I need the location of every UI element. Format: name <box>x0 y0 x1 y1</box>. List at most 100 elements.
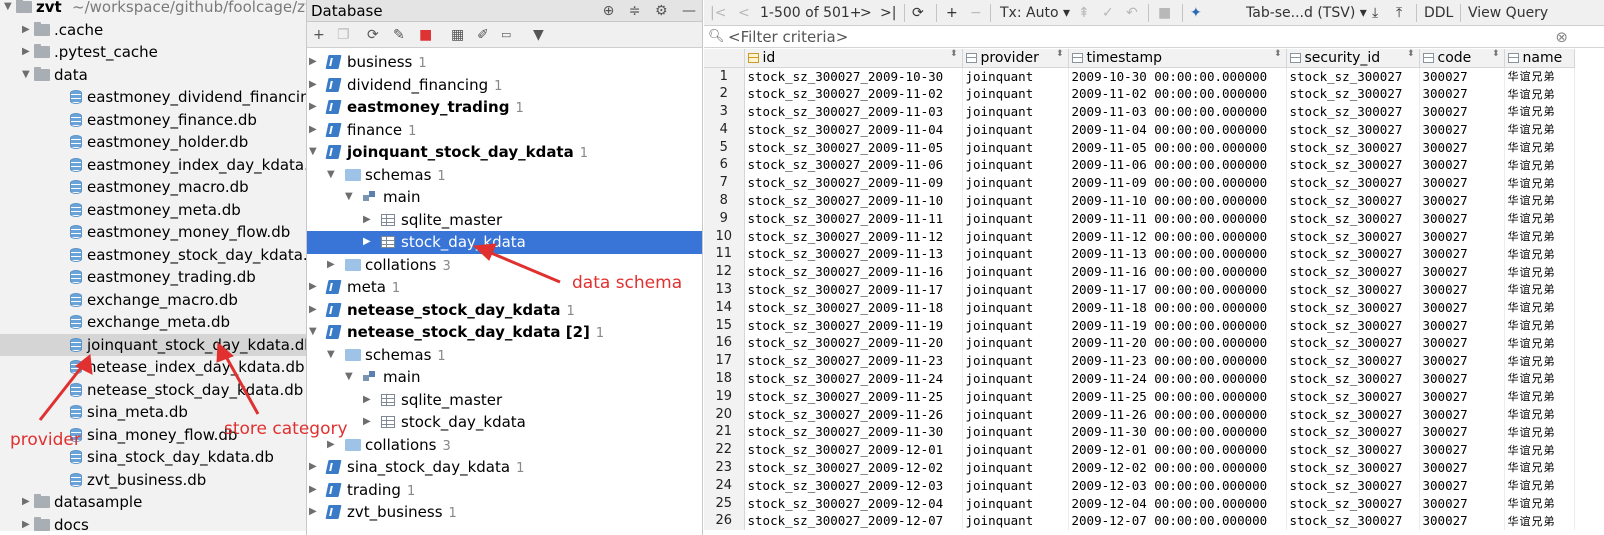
table-cell-provider[interactable]: joinquant <box>962 405 1069 423</box>
table-cell-name[interactable]: 华谊兄弟 <box>1504 138 1575 156</box>
project-file-item[interactable]: eastmoney_meta.db <box>0 199 306 222</box>
table-cell-name[interactable]: 华谊兄弟 <box>1504 262 1575 281</box>
table-cell-code[interactable]: 300027 <box>1419 84 1505 103</box>
project-file-item[interactable]: eastmoney_stock_day_kdata.db <box>0 244 306 267</box>
table-row[interactable]: 26 stock_sz_300027_2009-12-07 joinquant 200… <box>704 511 1575 530</box>
table-cell-code[interactable]: 300027 <box>1419 191 1505 210</box>
copy-icon[interactable]: ❐ <box>337 22 350 48</box>
table-cell-provider[interactable]: joinquant <box>962 262 1069 281</box>
chevron-right-icon[interactable]: ▶ <box>363 411 371 434</box>
table-cell-id[interactable]: stock_sz_300027_2009-11-03 <box>744 102 963 121</box>
db-tree-table-item[interactable]: ▶ stock_day_kdata <box>307 411 702 434</box>
db-tree-folder-item[interactable]: ▼ schemas 1 <box>307 164 702 187</box>
sort-icon[interactable]: ⬍ <box>1274 49 1282 59</box>
table-cell-id[interactable]: stock_sz_300027_2009-11-24 <box>744 369 963 388</box>
filter-bar[interactable]: 🔍︎ <Filter criteria> ⊗ <box>704 26 1604 48</box>
table-cell-code[interactable]: 300027 <box>1419 387 1505 406</box>
stop-icon[interactable]: ■ <box>419 22 432 48</box>
chevron-right-icon[interactable]: ▶ <box>363 231 371 254</box>
db-tree-schema-item[interactable]: ▼ main <box>307 186 702 209</box>
table-cell-id[interactable]: stock_sz_300027_2009-11-16 <box>744 262 963 281</box>
table-cell-timestamp[interactable]: 2009-12-07 00:00:00.000000 <box>1068 511 1287 530</box>
reload-icon[interactable]: ⟳ <box>912 0 924 26</box>
table-cell-security_id[interactable]: stock_sz_300027 <box>1286 191 1420 210</box>
chevron-right-icon[interactable]: ▶ <box>309 51 317 74</box>
compare-icon[interactable]: ✦ <box>1190 0 1202 26</box>
chevron-down-icon[interactable]: ▼ <box>327 344 335 367</box>
table-cell-provider[interactable]: joinquant <box>962 280 1069 299</box>
chevron-right-icon[interactable]: ▶ <box>22 41 30 64</box>
gear-icon[interactable]: ⚙ <box>655 3 668 19</box>
table-cell-code[interactable]: 300027 <box>1419 316 1505 334</box>
table-cell-security_id[interactable]: stock_sz_300027 <box>1286 405 1420 423</box>
db-tree-table-item[interactable]: ▶ stock_day_kdata <box>307 231 702 254</box>
table-cell-timestamp[interactable]: 2009-12-03 00:00:00.000000 <box>1068 476 1287 495</box>
table-cell-id[interactable]: stock_sz_300027_2009-12-07 <box>744 511 963 530</box>
add-row-icon[interactable]: + <box>946 0 958 26</box>
chevron-right-icon[interactable]: ▶ <box>309 96 317 119</box>
chevron-right-icon[interactable]: ▶ <box>22 491 30 514</box>
table-cell-timestamp[interactable]: 2009-11-12 00:00:00.000000 <box>1068 227 1287 245</box>
tx-icon[interactable]: ⇞ <box>1078 0 1090 26</box>
filter-input[interactable]: <Filter criteria> <box>728 26 848 48</box>
table-cell-code[interactable]: 300027 <box>1419 494 1505 512</box>
project-file-item[interactable]: eastmoney_finance.db <box>0 109 306 132</box>
import-icon[interactable]: ⤒ <box>1396 0 1402 26</box>
table-row[interactable]: 3 stock_sz_300027_2009-11-03 joinquant 2009… <box>704 102 1575 121</box>
project-folder-item[interactable]: ▶ .cache <box>0 19 306 42</box>
project-file-item[interactable]: exchange_macro.db <box>0 289 306 312</box>
project-file-item[interactable]: eastmoney_trading.db <box>0 266 306 289</box>
sort-icon[interactable]: ⬍ <box>950 49 958 59</box>
table-cell-security_id[interactable]: stock_sz_300027 <box>1286 120 1420 139</box>
table-cell-code[interactable]: 300027 <box>1419 351 1505 370</box>
table-cell-timestamp[interactable]: 2009-10-30 00:00:00.000000 <box>1068 67 1287 85</box>
table-cell-name[interactable]: 华谊兄弟 <box>1504 387 1575 406</box>
table-cell-id[interactable]: stock_sz_300027_2009-11-13 <box>744 244 963 263</box>
db-tree-db-item[interactable]: ▶ business 1 <box>307 51 702 74</box>
table-cell-timestamp[interactable]: 2009-11-13 00:00:00.000000 <box>1068 244 1287 263</box>
table-cell-name[interactable]: 华谊兄弟 <box>1504 209 1575 228</box>
table-cell-name[interactable]: 华谊兄弟 <box>1504 333 1575 352</box>
chevron-down-icon[interactable]: ▼ <box>345 366 353 389</box>
table-cell-timestamp[interactable]: 2009-11-10 00:00:00.000000 <box>1068 191 1287 210</box>
commit-icon[interactable]: ✓ <box>1102 0 1114 26</box>
chevron-right-icon[interactable]: ▶ <box>309 119 317 142</box>
table-cell-name[interactable]: 华谊兄弟 <box>1504 67 1575 85</box>
table-cell-id[interactable]: stock_sz_300027_2009-12-03 <box>744 476 963 495</box>
chevron-right-icon[interactable]: ▶ <box>327 254 335 277</box>
table-cell-security_id[interactable]: stock_sz_300027 <box>1286 333 1420 352</box>
table-cell-security_id[interactable]: stock_sz_300027 <box>1286 369 1420 388</box>
collapse-icon[interactable]: ≑ <box>629 3 641 19</box>
db-tree-db-item[interactable]: ▶ dividend_financing 1 <box>307 74 702 97</box>
table-cell-security_id[interactable]: stock_sz_300027 <box>1286 67 1420 85</box>
table-cell-security_id[interactable]: stock_sz_300027 <box>1286 173 1420 192</box>
table-cell-code[interactable]: 300027 <box>1419 440 1505 459</box>
table-row[interactable]: 11 stock_sz_300027_2009-11-13 joinquant 200… <box>704 244 1575 263</box>
table-cell-provider[interactable]: joinquant <box>962 209 1069 228</box>
table-cell-security_id[interactable]: stock_sz_300027 <box>1286 262 1420 281</box>
table-cell-provider[interactable]: joinquant <box>962 351 1069 370</box>
db-tree-table-item[interactable]: ▶ sqlite_master <box>307 389 702 412</box>
table-cell-name[interactable]: 华谊兄弟 <box>1504 120 1575 139</box>
table-cell-provider[interactable]: joinquant <box>962 333 1069 352</box>
db-tree-db-item[interactable]: ▶ zvt_business 1 <box>307 501 702 524</box>
table-cell-code[interactable]: 300027 <box>1419 173 1505 192</box>
sort-icon[interactable]: ⬍ <box>1056 49 1064 59</box>
column-header-name[interactable]: name <box>1504 49 1575 68</box>
tx-mode-dropdown[interactable]: Tx: Auto ▾ <box>1000 0 1070 26</box>
table-cell-provider[interactable]: joinquant <box>962 458 1069 477</box>
console-icon[interactable]: ▭ <box>501 22 511 48</box>
table-cell-name[interactable]: 华谊兄弟 <box>1504 458 1575 477</box>
table-row[interactable]: 17 stock_sz_300027_2009-11-23 joinquant 200… <box>704 351 1575 370</box>
table-cell-timestamp[interactable]: 2009-11-04 00:00:00.000000 <box>1068 120 1287 139</box>
table-cell-id[interactable]: stock_sz_300027_2009-11-25 <box>744 387 963 406</box>
table-cell-code[interactable]: 300027 <box>1419 262 1505 281</box>
chevron-down-icon[interactable]: ▼ <box>345 186 353 209</box>
table-row[interactable]: 9 stock_sz_300027_2009-11-11 joinquant 2009… <box>704 209 1575 228</box>
refresh-icon[interactable]: ⟳ <box>367 22 379 48</box>
table-cell-timestamp[interactable]: 2009-11-17 00:00:00.000000 <box>1068 280 1287 299</box>
column-header-timestamp[interactable]: timestamp ⬍ <box>1068 49 1287 68</box>
table-cell-security_id[interactable]: stock_sz_300027 <box>1286 102 1420 121</box>
project-file-item[interactable]: eastmoney_holder.db <box>0 131 306 154</box>
table-cell-id[interactable]: stock_sz_300027_2009-11-19 <box>744 316 963 334</box>
